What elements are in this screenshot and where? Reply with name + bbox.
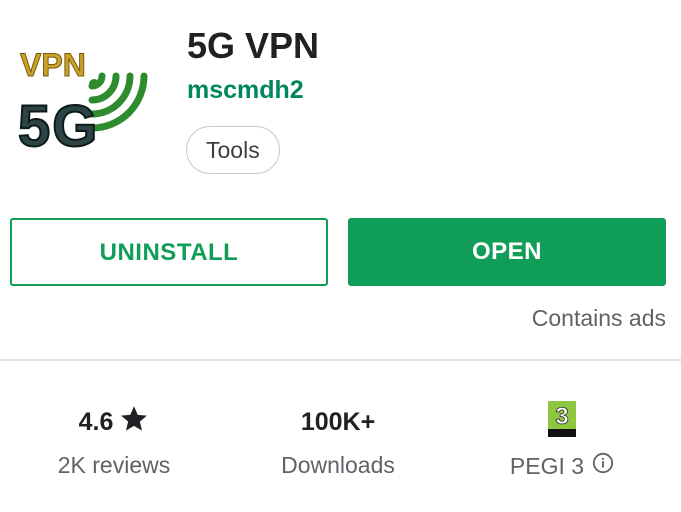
pegi-badge-text: 3	[555, 403, 568, 430]
developer-link[interactable]: mscmdh2	[187, 74, 304, 106]
category-chip[interactable]: Tools	[186, 126, 280, 174]
section-divider	[0, 359, 681, 361]
rating-caption: 2K reviews	[57, 452, 171, 478]
app-detail-page: VPN 5G 5G VPN mscmdh2 Tools UNINSTALL OP…	[0, 0, 681, 512]
downloads-value: 100K+	[300, 407, 376, 436]
open-button[interactable]: OPEN	[348, 218, 666, 286]
rating-stat[interactable]: 4.6 2K reviews	[14, 400, 214, 479]
rating-value: 4.6	[78, 407, 114, 436]
logo-text-5g: 5G	[18, 94, 99, 156]
pegi-3-badge: 3	[548, 400, 576, 444]
pegi-caption: PEGI 3	[509, 452, 585, 479]
pegi-stat[interactable]: 3 PEGI 3	[462, 400, 662, 480]
app-icon: VPN 5G	[14, 26, 150, 160]
downloads-stat: 100K+ Downloads	[238, 400, 438, 479]
app-title: 5G VPN	[187, 25, 320, 66]
downloads-caption: Downloads	[281, 452, 395, 478]
vpn-5g-logo: VPN 5G	[17, 47, 148, 160]
logo-text-vpn: VPN	[20, 47, 86, 83]
contains-ads-note: Contains ads	[531, 305, 666, 331]
star-icon	[119, 404, 149, 441]
info-icon[interactable]	[592, 452, 614, 480]
uninstall-button[interactable]: UNINSTALL	[10, 218, 328, 286]
